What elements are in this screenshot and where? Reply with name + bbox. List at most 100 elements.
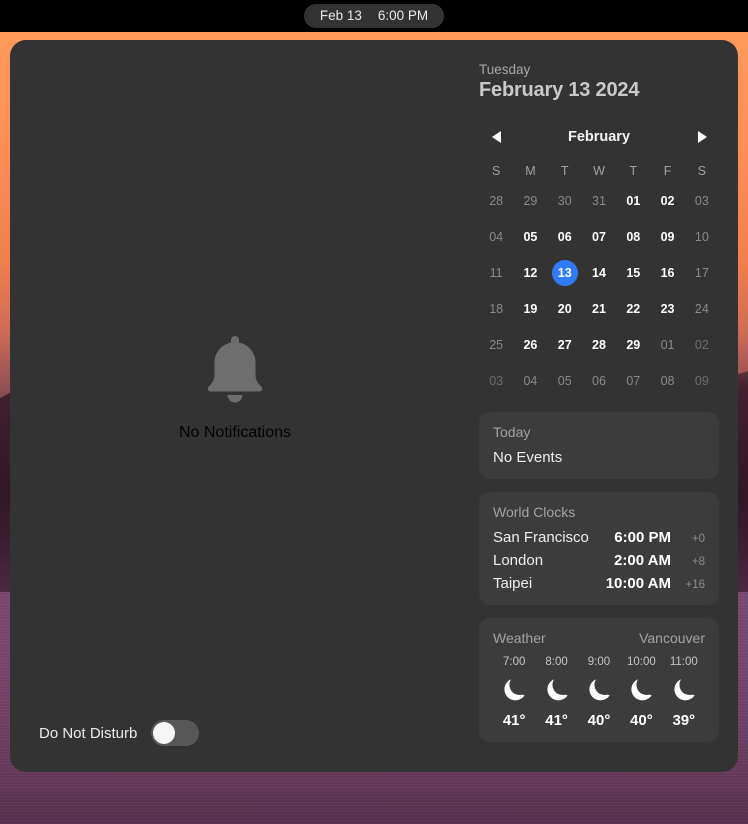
calendar-day-cell[interactable]: 21 [582,291,616,327]
weather-hour-icon [543,675,571,705]
calendar-day-cell[interactable]: 07 [616,363,650,399]
calendar-selected-day: 13 [551,260,578,286]
world-clock-row: Taipei 10:00 AM +16 [493,575,705,592]
bell-icon [207,336,263,403]
calendar-day-cell[interactable]: 29 [616,327,650,363]
notifications-pane: No Notifications Do Not Disturb [10,40,460,772]
calendar-day-number: 30 [557,194,572,208]
calendar-day-number: 18 [489,302,504,316]
calendar-day-cell[interactable]: 30 [548,183,582,219]
calendar-day-number: 17 [694,266,709,280]
calendar-day-cell[interactable]: 11 [479,255,513,291]
weather-hour-time: 9:00 [587,656,611,668]
calendar-day-header: M [525,164,536,178]
menubar-time-label: 6:00 PM [377,8,429,23]
weather-hour-time: 10:00 [627,656,656,668]
calendar-day-cell[interactable]: 10 [685,219,719,255]
calendar-day-cell[interactable]: 09 [685,363,719,399]
calendar-day-cell[interactable]: 07 [582,219,616,255]
do-not-disturb-toggle-knob [153,722,176,744]
calendar-day-cell[interactable]: 12 [513,255,547,291]
calendar-day-number: 04 [523,374,538,388]
weather-hour-icon [500,675,528,705]
calendar-day-cell[interactable]: 29 [513,183,547,219]
calendar-day-cell[interactable]: 05 [548,363,582,399]
calendar-next-month-button[interactable] [691,126,713,148]
calendar-day-cell[interactable]: 05 [513,219,547,255]
calendar-day-cell[interactable]: 28 [582,327,616,363]
calendar-day-number: 31 [592,194,606,208]
no-notifications-label: No Notifications [178,424,292,441]
calendar-day-number: 08 [626,230,641,244]
calendar-day-cell[interactable]: 26 [513,327,547,363]
calendar-day-cell[interactable]: 15 [616,255,650,291]
calendar-day-cell[interactable]: 19 [513,291,547,327]
calendar-day-cell[interactable]: 03 [479,363,513,399]
world-clock-city: London [493,552,544,569]
calendar-day-cell[interactable]: 28 [479,183,513,219]
calendar-day-cell[interactable]: 31 [582,183,616,219]
calendar-day-number: 03 [489,374,504,388]
chevron-right-icon [697,131,707,143]
calendar-day-cell[interactable]: 06 [548,219,582,255]
calendar-day-cell[interactable]: 06 [582,363,616,399]
calendar-day-number: 06 [557,230,572,244]
calendar-day-cell[interactable]: 16 [650,255,684,291]
calendar-day-cell[interactable]: 25 [479,327,513,363]
calendar-day-cell[interactable]: 01 [650,327,684,363]
world-clock-city: San Francisco [493,529,589,546]
weather-hour-time: 7:00 [503,656,526,668]
calendar-day-cell[interactable]: 20 [548,291,582,327]
notification-center-panel: No Notifications Do Not Disturb Tuesday … [10,40,738,772]
calendar-day-cell[interactable]: 04 [513,363,547,399]
calendar-day-number: 23 [660,302,675,316]
world-clock-time: 10:00 AM [605,575,671,592]
moon-icon [674,679,695,701]
weather-hour-temp: 41° [502,712,526,729]
do-not-disturb-toggle[interactable] [151,720,200,746]
calendar-day-cell[interactable]: 01 [616,183,650,219]
moon-icon [546,679,568,701]
calendar-day-cell[interactable]: 08 [650,363,684,399]
weather-hour-temp: 40° [587,712,611,729]
calendar-day-cell[interactable]: 02 [650,183,684,219]
calendar-day-cell[interactable]: 27 [548,327,582,363]
calendar-day-header: T [629,164,638,178]
calendar-widget: February S M T W T F S 28 29 30 31 01 02 03 04 05 06 07 08… [479,126,719,399]
menubar-date-label: Feb 13 [319,8,362,23]
calendar-day-header: T [560,164,569,178]
menubar-clock-button[interactable]: Feb 13 6:00 PM [303,4,445,28]
weather-hour-column: 11:00 39° [663,656,705,729]
calendar-day-cell[interactable]: 24 [685,291,719,327]
widgets-pane: Tuesday February 13 2024 February SMTWTF… [460,40,738,772]
calendar-day-cell[interactable]: 18 [479,291,513,327]
calendar-day-cell[interactable]: 09 [650,219,684,255]
calendar-day-cell[interactable]: 02 [685,327,719,363]
calendar-day-header: S [697,164,707,178]
calendar-day-number: 24 [694,302,709,316]
world-clock-offset: +16 [685,579,705,591]
calendar-day-cell[interactable]: 03 [685,183,719,219]
calendar-prev-month-button[interactable] [485,126,507,148]
calendar-day-cell[interactable]: 04 [479,219,513,255]
weather-hourly-forecast: 7:00 41° 8:00 41° 9:00 40° 10:00 40° 11:00 39° [493,656,705,729]
calendar-day-number: 02 [660,194,675,208]
calendar-day-number: 29 [626,338,641,352]
calendar-day-cell[interactable]: 17 [685,255,719,291]
do-not-disturb-label: Do Not Disturb [39,724,138,742]
calendar-day-cell[interactable]: 23 [650,291,684,327]
calendar-day-cell[interactable]: 08 [616,219,650,255]
world-clock-city: Taipei [493,575,533,592]
weather-card-header: Weather Vancouver [493,630,705,646]
calendar-day-cell[interactable]: 14 [582,255,616,291]
calendar-day-number: 22 [626,302,641,316]
calendar-day-number: 07 [592,230,606,244]
calendar-day-number: 19 [523,302,538,316]
events-card: Today No Events [479,412,719,479]
calendar-day-cell[interactable]: 13 [548,255,582,291]
weather-hour-temp: 39° [672,712,696,729]
calendar-day-cell[interactable]: 22 [616,291,650,327]
calendar-day-number: 09 [660,230,675,244]
weather-hour-time: 8:00 [545,656,568,668]
date-weekday-label: Tuesday [479,62,531,77]
